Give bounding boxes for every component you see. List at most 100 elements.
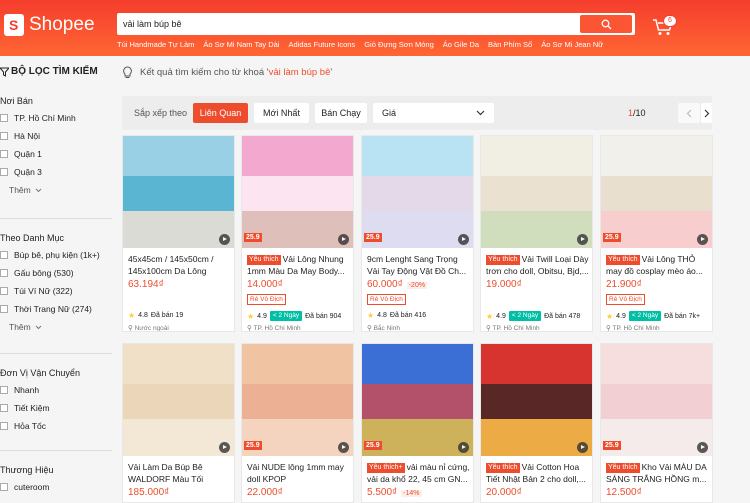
hint-link[interactable]: Bàn Phím Số bbox=[488, 40, 532, 49]
filter-option[interactable]: Gấu bông (530) bbox=[0, 268, 112, 278]
product-image[interactable] bbox=[123, 136, 234, 248]
product-card[interactable]: 25.9 Vải NUDE lông 1mm may doll KPOP 22.00… bbox=[241, 343, 354, 503]
product-image[interactable] bbox=[481, 344, 592, 456]
show-more[interactable]: Thêm bbox=[0, 322, 112, 332]
product-image[interactable] bbox=[601, 344, 712, 456]
play-video-icon[interactable] bbox=[338, 442, 349, 453]
play-video-icon[interactable] bbox=[458, 442, 469, 453]
sort-newest-button[interactable]: Mới Nhất bbox=[254, 103, 309, 123]
filter-icon bbox=[0, 67, 9, 77]
favorite-badge: Yêu thích bbox=[486, 463, 520, 473]
product-image[interactable] bbox=[242, 136, 353, 248]
product-image[interactable] bbox=[242, 344, 353, 456]
product-name[interactable]: Vải NUDE lông 1mm may doll KPOP bbox=[247, 461, 351, 485]
checkbox[interactable] bbox=[0, 422, 8, 430]
product-name[interactable]: Yêu thích Vải Lông Nhung 1mm Màu Da May B… bbox=[247, 253, 351, 277]
checkbox[interactable] bbox=[0, 251, 8, 259]
product-price: 21.900₫ bbox=[606, 279, 642, 290]
rating-value: 4.8 bbox=[138, 312, 148, 319]
play-video-icon[interactable] bbox=[697, 442, 708, 453]
checkbox[interactable] bbox=[0, 386, 8, 394]
product-card[interactable]: 25.9 Yêu thích Vải Lông THỎ may đồ cosplay… bbox=[600, 135, 713, 332]
product-image[interactable] bbox=[362, 136, 473, 248]
checkbox[interactable] bbox=[0, 483, 8, 491]
hint-link[interactable]: Áo Sơ Mi Jean Nữ bbox=[541, 40, 603, 49]
chevron-down-icon bbox=[476, 110, 485, 116]
product-image[interactable] bbox=[481, 136, 592, 248]
filter-option[interactable]: Búp bê, phụ kiện (1k+) bbox=[0, 250, 112, 260]
filter-option[interactable]: Nhanh bbox=[0, 385, 112, 395]
product-image[interactable] bbox=[601, 136, 712, 248]
filter-option[interactable]: Tiết Kiệm bbox=[0, 403, 112, 413]
filter-option[interactable]: Quận 3 bbox=[0, 167, 112, 177]
product-card[interactable]: 25.9 Yêu thích+ vải màu nỉ cứng, vải da kh… bbox=[361, 343, 474, 503]
price-value: 63.194₫ bbox=[128, 279, 164, 290]
product-card[interactable]: 25.9 Yêu thích Vải Lông Nhung 1mm Màu Da M… bbox=[241, 135, 354, 332]
product-name[interactable]: Yêu thích Vải Cotton Hoa Tiết Nhật Bản 2 … bbox=[486, 461, 590, 485]
play-video-icon[interactable] bbox=[458, 234, 469, 245]
hint-link[interactable]: Túi Handmade Tự Làm bbox=[117, 40, 194, 49]
sort-relevance-button[interactable]: Liên Quan bbox=[193, 103, 248, 123]
checkbox[interactable] bbox=[0, 150, 8, 158]
hint-link[interactable]: Áo Sơ Mi Nam Tay Dài bbox=[203, 40, 279, 49]
play-video-icon[interactable] bbox=[577, 442, 588, 453]
product-card[interactable]: 25.9 9cm Lenght Sang Trọng Vải Tay Động V… bbox=[361, 135, 474, 332]
search-button[interactable] bbox=[580, 15, 632, 33]
sort-bestseller-button[interactable]: Bán Chạy bbox=[315, 103, 367, 123]
checkbox[interactable] bbox=[0, 132, 8, 140]
play-video-icon[interactable] bbox=[577, 234, 588, 245]
discount-badge: -14% bbox=[401, 490, 422, 497]
filter-option[interactable]: TP. Hồ Chí Minh bbox=[0, 113, 112, 123]
product-price: 14.000₫ bbox=[247, 279, 283, 290]
checkbox[interactable] bbox=[0, 404, 8, 412]
product-card[interactable]: Vải Làm Da Búp Bê WALDORF Màu Tối 185.000… bbox=[122, 343, 235, 503]
checkbox[interactable] bbox=[0, 168, 8, 176]
product-card[interactable]: Yêu thích Vải Twill Loại Dày trơn cho dol… bbox=[480, 135, 593, 332]
filter-option[interactable]: Quận 1 bbox=[0, 149, 112, 159]
price-sort-select[interactable]: Giá bbox=[373, 103, 494, 123]
location-pin-icon: ⚲ bbox=[606, 325, 611, 332]
sale-badge: 25.9 bbox=[244, 441, 262, 450]
hint-link[interactable]: Adidas Future Icons bbox=[288, 40, 355, 49]
product-name[interactable]: 9cm Lenght Sang Trọng Vải Tay Động Vật Đ… bbox=[367, 253, 471, 277]
product-name[interactable]: Yêu thích+ vải màu nỉ cứng, vải da khổ 22… bbox=[367, 461, 471, 485]
sort-bar: Sắp xếp theo Liên Quan Mới Nhất Bán Chạy… bbox=[122, 96, 712, 130]
product-card[interactable]: 45x45cm / 145x50cm / 145x100cm Da Lông C… bbox=[122, 135, 235, 332]
filter-option[interactable]: Hà Nội bbox=[0, 131, 112, 141]
play-video-icon[interactable] bbox=[219, 234, 230, 245]
checkbox[interactable] bbox=[0, 269, 8, 277]
play-video-icon[interactable] bbox=[219, 442, 230, 453]
filter-option[interactable]: Hỏa Tốc bbox=[0, 421, 112, 431]
play-video-icon[interactable] bbox=[697, 234, 708, 245]
prev-page-button[interactable] bbox=[678, 103, 700, 123]
filter-option-label: Túi Ví Nữ (322) bbox=[14, 286, 73, 296]
product-location: ⚲ TP. Hồ Chí Minh bbox=[486, 324, 540, 331]
shopee-logo[interactable]: Shopee bbox=[4, 14, 95, 36]
filter-option[interactable]: Túi Ví Nữ (322) bbox=[0, 286, 112, 296]
hint-link[interactable]: Giỏ Đựng Sơn Móng bbox=[364, 40, 434, 49]
product-image[interactable] bbox=[362, 344, 473, 456]
product-name-text: Vải NUDE lông 1mm may doll KPOP bbox=[247, 462, 344, 484]
filter-option[interactable]: cuteroom bbox=[0, 482, 112, 492]
next-page-button[interactable] bbox=[701, 103, 712, 123]
play-video-icon[interactable] bbox=[338, 234, 349, 245]
product-name[interactable]: Yêu thích Vải Twill Loại Dày trơn cho dol… bbox=[486, 253, 590, 277]
checkbox[interactable] bbox=[0, 305, 8, 313]
product-name[interactable]: Yêu thích Kho Vải MÀU DA SÁNG TRẮNG HỒNG … bbox=[606, 461, 710, 485]
product-name[interactable]: Vải Làm Da Búp Bê WALDORF Màu Tối bbox=[128, 461, 232, 485]
product-price: 185.000₫ bbox=[128, 487, 169, 498]
checkbox[interactable] bbox=[0, 287, 8, 295]
search-input[interactable] bbox=[123, 16, 573, 32]
checkbox[interactable] bbox=[0, 114, 8, 122]
product-image[interactable] bbox=[123, 344, 234, 456]
show-more[interactable]: Thêm bbox=[0, 185, 112, 195]
product-name[interactable]: 45x45cm / 145x50cm / 145x100cm Da Lông C… bbox=[128, 253, 232, 277]
product-location: ⚲ Nước ngoài bbox=[128, 324, 169, 331]
product-name[interactable]: Yêu thích Vải Lông THỎ may đồ cosplay mèo… bbox=[606, 253, 710, 277]
product-card[interactable]: 25.9 Yêu thích Kho Vải MÀU DA SÁNG TRẮNG H… bbox=[600, 343, 713, 503]
search-result-info: Kết quả tìm kiếm cho từ khoá ' vải làm bú… bbox=[122, 66, 332, 79]
hint-link[interactable]: Áo Gile Da bbox=[443, 40, 479, 49]
divider bbox=[0, 353, 112, 354]
filter-option[interactable]: Thời Trang Nữ (274) bbox=[0, 304, 112, 314]
product-card[interactable]: Yêu thích Vải Cotton Hoa Tiết Nhật Bản 2 … bbox=[480, 343, 593, 503]
